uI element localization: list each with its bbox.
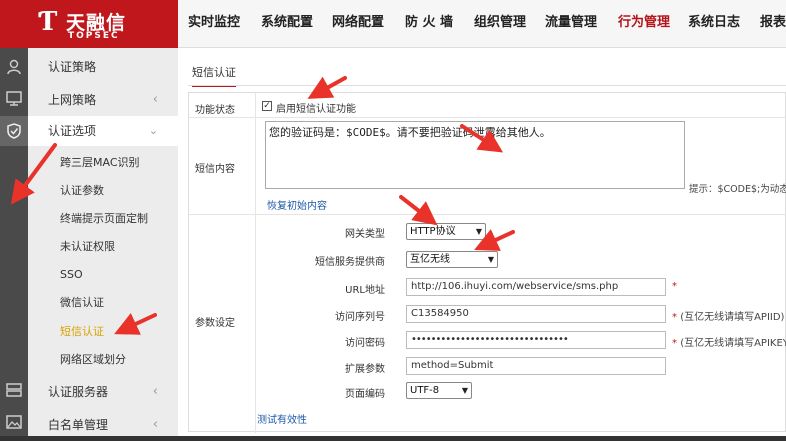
annotation-arrows [10, 76, 515, 335]
arrow-to-provider [474, 229, 515, 251]
arrow-to-gateway-type [399, 195, 438, 226]
arrow-to-auth-options [10, 143, 57, 205]
arrow-to-enable-checkbox [307, 76, 347, 99]
arrow-to-sms-content [460, 124, 504, 153]
arrow-to-sms-menu [114, 313, 157, 335]
bottom-bar [0, 436, 786, 441]
